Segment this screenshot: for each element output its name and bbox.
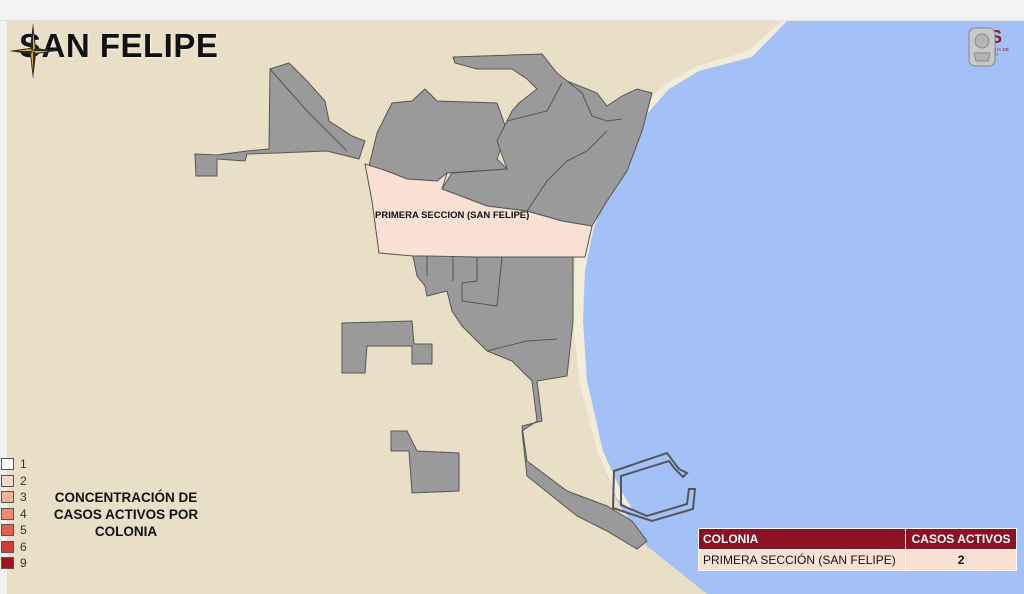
compass-rose-icon — [9, 23, 57, 79]
logo: SS SECRETARÍA DE SALUD — [965, 25, 1015, 101]
legend-swatch — [1, 524, 14, 537]
legend-item: 1 — [1, 456, 27, 473]
legend-item: 4 — [1, 506, 27, 523]
legend-item: 9 — [1, 555, 27, 572]
legend-item: 6 — [1, 539, 27, 556]
top-bar — [0, 0, 1024, 21]
colonia-west-block — [341, 320, 433, 374]
table-row[interactable]: PRIMERA SECCIÓN (SAN FELIPE) 2 — [697, 549, 1017, 571]
screen: SAN FELIPE PRIMERA SECCION (SAN FELIPE) … — [0, 0, 1024, 594]
cell-casos: 2 — [905, 549, 1017, 571]
table-header-row: COLONIA CASOS ACTIVOS — [697, 528, 1017, 550]
colonia-southwest — [390, 430, 460, 494]
legend-swatch — [1, 507, 14, 520]
legend-item: 3 — [1, 489, 27, 506]
legend-item: 5 — [1, 522, 27, 539]
seal-icon — [968, 27, 996, 67]
legend: 1 2 3 4 5 6 9 — [1, 456, 27, 572]
legend-swatch — [1, 491, 14, 504]
legend-title: CONCENTRACIÓN DE CASOS ACTIVOS POR COLON… — [53, 490, 199, 539]
legend-swatch — [1, 458, 14, 471]
legend-swatch — [1, 474, 14, 487]
column-header-casos: CASOS ACTIVOS — [905, 528, 1017, 550]
legend-swatch — [1, 557, 14, 570]
column-header-colonia: COLONIA — [697, 528, 907, 550]
legend-swatch — [1, 540, 14, 553]
legend-item: 2 — [1, 473, 27, 490]
colonia-label: PRIMERA SECCION (SAN FELIPE) — [375, 210, 530, 221]
colonia-north-a — [368, 88, 509, 182]
cell-colonia: PRIMERA SECCIÓN (SAN FELIPE) — [697, 549, 907, 571]
cases-table: COLONIA CASOS ACTIVOS PRIMERA SECCIÓN (S… — [697, 528, 1017, 571]
